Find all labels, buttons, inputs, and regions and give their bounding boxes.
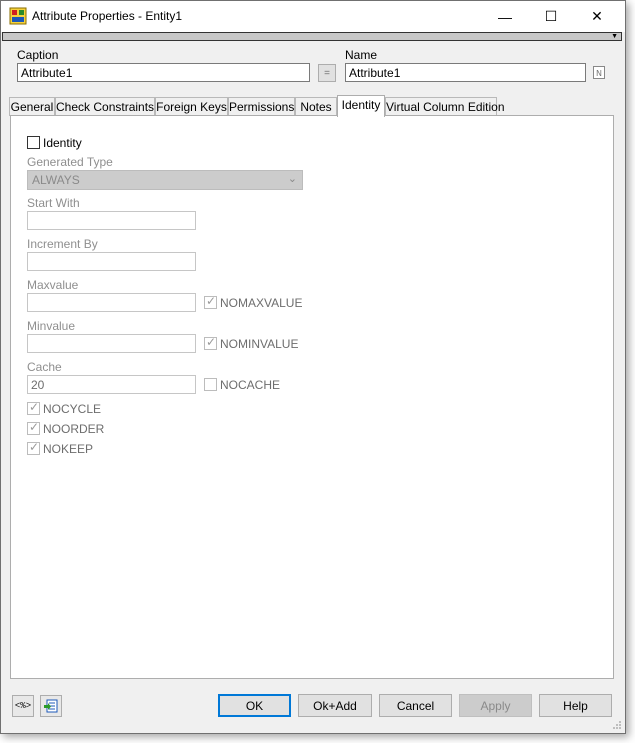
nomaxvalue-checkbox[interactable]: ✓ [204,294,217,309]
equals-icon: = [324,67,330,79]
toolbar-strip[interactable]: ▼ [2,32,622,41]
minimize-icon: — [498,8,512,25]
nocache-label: NOCACHE [220,378,281,392]
chevron-down-icon[interactable]: ▼ [611,33,618,41]
identity-label: Identity [43,136,82,150]
noorder-label: NOORDER [43,422,105,436]
tab-foreign-keys[interactable]: Foreign Keys [155,97,228,116]
start-with-label: Start With [27,196,80,210]
nocycle-checkbox[interactable]: ✓ [27,400,40,415]
name-label: Name [345,48,378,62]
nocycle-label: NOCYCLE [43,402,102,416]
tab-notes[interactable]: Notes [295,97,337,116]
minvalue-label: Minvalue [27,319,76,333]
maxvalue-label: Maxvalue [27,278,79,292]
name-input[interactable] [345,63,586,82]
generated-type-select[interactable]: ALWAYS ⌄ [27,170,303,190]
equals-button[interactable]: = [318,64,336,82]
resize-grip-icon[interactable] [612,720,622,730]
nominvalue-label: NOMINVALUE [220,337,299,351]
generated-type-value: ALWAYS [32,173,80,187]
export-icon [44,699,58,713]
identity-checkbox[interactable] [27,136,40,149]
check-icon: ✓ [206,335,217,349]
caption-label: Caption [17,48,59,62]
nokeep-checkbox[interactable]: ✓ [27,440,40,455]
minimize-button[interactable]: — [482,1,528,32]
nokeep-label: NOKEEP [43,442,94,456]
identity-panel: Identity Generated Type ALWAYS ⌄ Start W… [10,115,614,679]
export-button[interactable] [40,695,62,717]
close-button[interactable]: ✕ [574,1,620,32]
nocache-checkbox[interactable] [204,378,217,391]
ok-add-button[interactable]: Ok+Add [298,694,372,717]
apply-button[interactable]: Apply [459,694,532,717]
noorder-checkbox[interactable]: ✓ [27,420,40,435]
tab-identity[interactable]: Identity [337,95,385,117]
check-icon: ✓ [29,400,40,414]
chevron-down-icon: ⌄ [287,173,297,185]
name-options-icon[interactable]: N [593,66,605,79]
nomaxvalue-label: NOMAXVALUE [220,296,303,310]
minvalue-input[interactable] [27,334,196,353]
tab-virtual-column-edition[interactable]: Virtual Column Edition [385,97,505,116]
check-icon: ✓ [29,440,40,454]
increment-by-input[interactable] [27,252,196,271]
attribute-properties-dialog: Attribute Properties - Entity1 — ☐ ✕ ▼ C… [0,0,626,734]
nominvalue-checkbox[interactable]: ✓ [204,335,217,350]
generated-type-label: Generated Type [27,155,113,169]
check-icon: ✓ [206,294,217,308]
app-icon [9,7,27,25]
script-button[interactable]: <%> [12,695,34,717]
ok-button[interactable]: OK [218,694,291,717]
cancel-button[interactable]: Cancel [379,694,452,717]
maxvalue-input[interactable] [27,293,196,312]
close-icon: ✕ [591,8,603,24]
caption-input[interactable] [17,63,310,82]
svg-text:N: N [596,69,602,78]
window-title: Attribute Properties - Entity1 [32,9,183,23]
script-icon: <%> [14,701,32,711]
start-with-input[interactable] [27,211,196,230]
check-icon: ✓ [29,420,40,434]
title-bar: Attribute Properties - Entity1 — ☐ ✕ [1,1,625,32]
tab-check-constraints[interactable]: Check Constraints [55,97,155,116]
help-button[interactable]: Help [539,694,612,717]
increment-by-label: Increment By [27,237,98,251]
tab-general[interactable]: General [9,97,55,116]
maximize-button[interactable]: ☐ [528,1,574,32]
cache-input[interactable] [27,375,196,394]
maximize-icon: ☐ [544,8,558,24]
cache-label: Cache [27,360,62,374]
tab-permissions[interactable]: Permissions [228,97,295,116]
